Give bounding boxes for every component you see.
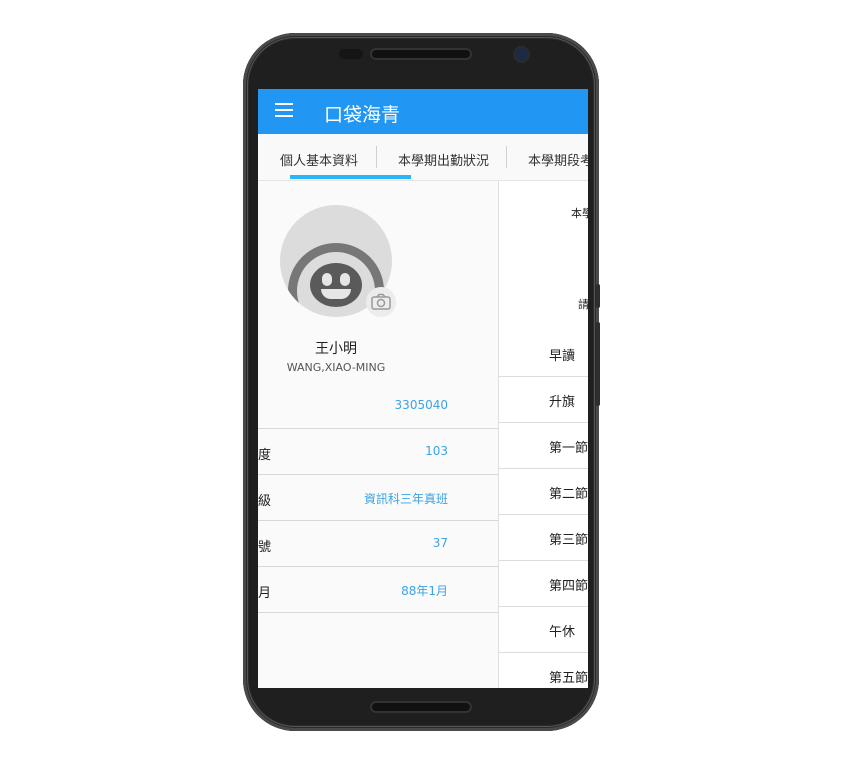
info-value: 3305040 (394, 398, 448, 412)
front-camera (513, 46, 530, 63)
bottom-speaker (370, 701, 472, 713)
change-photo-button[interactable] (366, 287, 396, 317)
tab-exams[interactable]: 本學期段考 (528, 150, 588, 169)
info-row-seat-number: 號 37 (258, 521, 498, 567)
active-tab-indicator (290, 175, 411, 179)
info-label: 月 (258, 586, 272, 601)
period-row: 早讀 (499, 331, 588, 377)
period-label: 第四節 (549, 579, 588, 594)
info-row-class: 級 資訊科三年真班 (258, 475, 498, 521)
power-button[interactable] (596, 284, 600, 308)
period-label: 午休 (549, 625, 576, 640)
smiley-face-icon (310, 263, 362, 307)
info-value: 103 (425, 444, 448, 458)
student-name: 王小明 (315, 341, 357, 357)
info-label: 級 (258, 494, 272, 509)
period-row: 第二節 (499, 469, 588, 515)
info-row-year: 度 103 (258, 429, 498, 475)
info-value: 37 (432, 536, 448, 550)
info-label: 號 (258, 540, 272, 555)
hamburger-menu-icon[interactable] (274, 103, 294, 119)
tab-bar: 個人基本資料 本學期出勤狀況 本學期段考 (258, 134, 588, 181)
period-label: 第二節 (549, 487, 588, 502)
earpiece-speaker (370, 48, 472, 60)
period-label: 早讀 (549, 349, 576, 364)
period-row: 午休 (499, 607, 588, 653)
volume-button[interactable] (596, 322, 600, 406)
period-row: 第三節 (499, 515, 588, 561)
camera-icon (371, 293, 391, 310)
profile-panel: 王小明 WANG,XIAO-MING 3305040 度 103 級 資訊科三年… (258, 181, 498, 688)
period-label: 第三節 (549, 533, 588, 548)
period-row: 第五節 (499, 653, 588, 688)
info-value: 88年1月 (401, 584, 448, 598)
attendance-panel: 本學 請 早讀 升旗 第一節 第二節 第三節 第四節 午休 第五節 (498, 181, 588, 688)
info-value: 資訊科三年真班 (363, 492, 448, 506)
info-label: 度 (258, 448, 272, 463)
period-row: 第一節 (499, 423, 588, 469)
info-row-student-id: 3305040 (258, 383, 498, 429)
period-label: 第一節 (549, 441, 588, 456)
tab-divider (376, 146, 377, 168)
period-row: 第四節 (499, 561, 588, 607)
tab-personal-info[interactable]: 個人基本資料 (280, 150, 358, 169)
period-row: 升旗 (499, 377, 588, 423)
app-bar: 口袋海青 (258, 89, 588, 134)
student-name-english: WANG,XIAO-MING (286, 361, 386, 374)
info-row-birth-month: 月 88年1月 (258, 567, 498, 613)
tab-divider (506, 146, 507, 168)
app-title: 口袋海青 (324, 104, 401, 126)
tab-attendance[interactable]: 本學期出勤狀況 (398, 150, 489, 169)
period-label: 第五節 (549, 671, 588, 686)
period-label: 升旗 (549, 395, 576, 410)
app-screen: 口袋海青 個人基本資料 本學期出勤狀況 本學期段考 王小明 WANG,XIAO-… (258, 89, 588, 688)
attendance-subheader: 請 (578, 298, 588, 311)
attendance-header: 本學 (571, 207, 588, 220)
proximity-sensor (339, 49, 363, 59)
